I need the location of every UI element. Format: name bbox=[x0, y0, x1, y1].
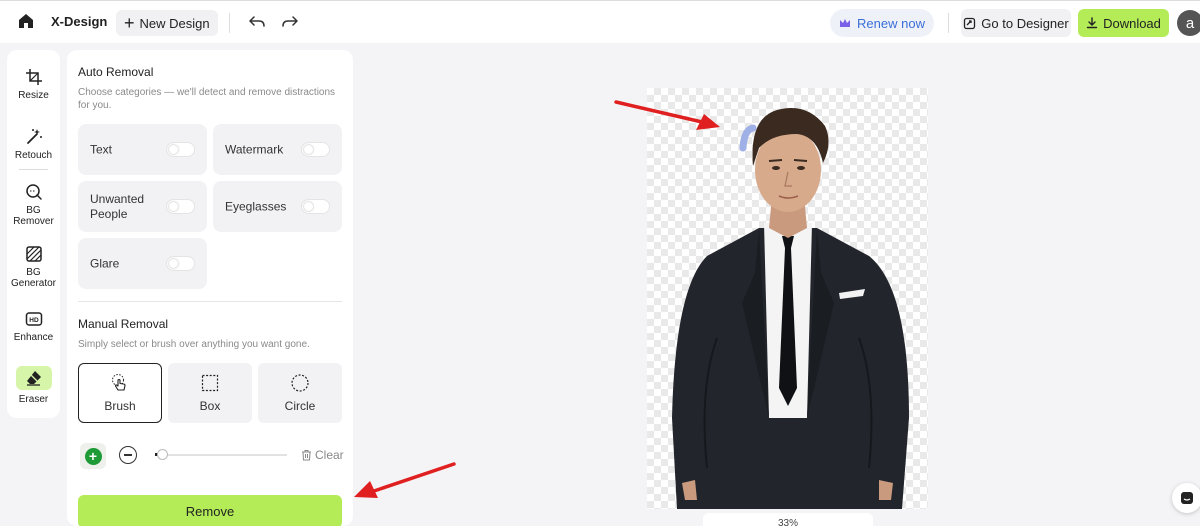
divider bbox=[78, 301, 342, 302]
crown-icon bbox=[840, 19, 851, 27]
annotation-arrow bbox=[614, 100, 720, 130]
divider bbox=[948, 13, 949, 33]
auto-removal-title: Auto Removal bbox=[78, 65, 154, 79]
new-design-button[interactable]: + New Design bbox=[116, 10, 218, 36]
portrait-image bbox=[672, 108, 909, 509]
home-icon[interactable] bbox=[16, 11, 36, 31]
sidebar-item-label: BG Generator bbox=[10, 267, 57, 289]
go-to-designer-label: Go to Designer bbox=[981, 15, 1069, 31]
plus-icon: + bbox=[124, 13, 135, 33]
download-label: Download bbox=[1103, 15, 1161, 31]
box-tool-button[interactable]: Box bbox=[168, 363, 252, 423]
remove-button[interactable]: Remove bbox=[78, 495, 342, 526]
app-title: X-Design bbox=[51, 14, 108, 29]
annotation-arrow bbox=[354, 462, 456, 498]
sidebar-item-label: BG Remover bbox=[13, 205, 54, 227]
manual-removal-description: Simply select or brush over anything you… bbox=[78, 339, 310, 350]
new-design-label: New Design bbox=[139, 15, 210, 31]
category-glare[interactable]: Glare bbox=[78, 238, 207, 289]
magic-wand-icon bbox=[26, 129, 42, 144]
circle-select-icon bbox=[291, 374, 309, 392]
sidebar-item-resize[interactable]: Resize bbox=[7, 68, 60, 101]
chat-support-button[interactable] bbox=[1172, 483, 1200, 513]
brush-tool-button[interactable]: Brush bbox=[78, 363, 162, 423]
zoom-level: 33% bbox=[777, 517, 798, 526]
clear-button[interactable]: Clear bbox=[301, 448, 344, 462]
category-unwanted-people[interactable]: Unwanted People bbox=[78, 181, 207, 232]
sidebar-item-retouch[interactable]: Retouch bbox=[7, 128, 60, 161]
circle-tool-button[interactable]: Circle bbox=[258, 363, 342, 423]
avatar[interactable]: a bbox=[1177, 10, 1200, 36]
renew-now-button[interactable]: Renew now bbox=[830, 9, 934, 37]
box-select-icon bbox=[201, 374, 219, 392]
sidebar-item-bg-generator[interactable]: BG Generator bbox=[7, 245, 60, 289]
plus-icon: + bbox=[84, 447, 102, 465]
undo-icon[interactable] bbox=[248, 13, 266, 31]
download-icon bbox=[1086, 17, 1098, 29]
tool-label: Box bbox=[199, 399, 221, 413]
eyeglasses-toggle[interactable] bbox=[301, 199, 330, 214]
trash-icon bbox=[302, 450, 311, 461]
glare-toggle[interactable] bbox=[166, 256, 195, 271]
divider bbox=[19, 169, 48, 170]
divider bbox=[229, 13, 230, 33]
category-label: Eyeglasses bbox=[225, 199, 287, 213]
sidebar-item-eraser[interactable]: Eraser bbox=[7, 366, 60, 405]
slider-knob[interactable] bbox=[156, 449, 168, 460]
sidebar-item-bg-remover[interactable]: BG Remover bbox=[7, 183, 60, 227]
redo-icon[interactable] bbox=[281, 13, 299, 31]
increase-brush-button[interactable]: + bbox=[80, 443, 106, 469]
download-button[interactable]: Download bbox=[1078, 9, 1169, 37]
svg-text:HD: HD bbox=[29, 317, 39, 324]
sidebar-item-label: Eraser bbox=[18, 394, 49, 405]
crop-icon bbox=[25, 69, 42, 85]
sidebar-item-enhance[interactable]: HD Enhance bbox=[7, 310, 60, 343]
clear-label: Clear bbox=[315, 448, 344, 462]
manual-removal-title: Manual Removal bbox=[78, 317, 169, 331]
brush-cursor-icon bbox=[112, 374, 126, 391]
brush-stroke bbox=[739, 124, 757, 152]
category-label: Glare bbox=[90, 256, 120, 270]
renew-label: Renew now bbox=[857, 15, 925, 31]
category-eyeglasses[interactable]: Eyeglasses bbox=[213, 181, 342, 232]
category-label: Unwanted People bbox=[90, 191, 145, 221]
designer-icon bbox=[964, 17, 976, 29]
decrease-brush-button[interactable] bbox=[119, 446, 137, 464]
bg-generator-icon bbox=[25, 246, 42, 262]
eraser-panel: Auto Removal Choose categories — we'll d… bbox=[67, 50, 353, 526]
sidebar-item-label: Retouch bbox=[14, 150, 53, 161]
category-text[interactable]: Text bbox=[78, 124, 207, 175]
watermark-toggle[interactable] bbox=[301, 142, 330, 157]
tool-label: Brush bbox=[104, 399, 136, 413]
go-to-designer-button[interactable]: Go to Designer bbox=[961, 9, 1071, 37]
chat-icon bbox=[1181, 492, 1193, 504]
eraser-icon bbox=[26, 371, 41, 386]
category-label: Watermark bbox=[225, 142, 284, 156]
active-indicator bbox=[15, 366, 52, 390]
unwanted-people-toggle[interactable] bbox=[166, 199, 195, 214]
auto-removal-description: Choose categories — we'll detect and rem… bbox=[78, 87, 336, 111]
text-toggle[interactable] bbox=[166, 142, 195, 157]
hd-icon: HD bbox=[25, 312, 42, 326]
category-label: Text bbox=[90, 142, 113, 156]
image-canvas[interactable] bbox=[647, 88, 928, 509]
tool-sidebar: Resize Retouch BG Remover BG Generator H… bbox=[7, 50, 60, 418]
category-watermark[interactable]: Watermark bbox=[213, 124, 342, 175]
tool-label: Circle bbox=[284, 399, 316, 413]
bg-remover-icon bbox=[25, 184, 42, 200]
sidebar-item-label: Enhance bbox=[13, 332, 54, 343]
zoom-bar[interactable]: 33% bbox=[703, 513, 873, 526]
brush-size-slider[interactable] bbox=[155, 449, 287, 460]
sidebar-item-label: Resize bbox=[18, 90, 49, 101]
top-bar: X-Design + New Design Renew now Go to De… bbox=[0, 0, 1200, 43]
